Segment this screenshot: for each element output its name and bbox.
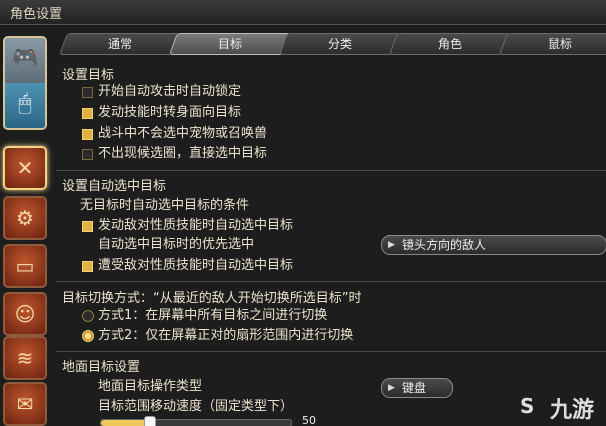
card-icon[interactable]: ▭ <box>3 244 47 288</box>
gamepad-icon: 🎮 <box>11 46 39 71</box>
checkbox[interactable] <box>82 261 93 272</box>
section-title-switch: 目标切换方式：“从最近的敌人开始切换所选目标”时 <box>62 291 362 306</box>
tab-general[interactable]: 通常 <box>58 33 182 55</box>
slider-value: 50 <box>302 414 316 426</box>
option-label: 战斗中不会选中宠物或召唤兽 <box>98 126 268 141</box>
section-title-ground: 地面目标设置 <box>62 360 141 375</box>
option-label: 不出现候选圈，直接选中目标 <box>98 146 268 161</box>
map-icon[interactable]: ≋ <box>3 336 47 380</box>
ground-speed-label: 目标范围移动速度（固定类型下） <box>98 399 294 414</box>
watermark: S 九游 <box>520 390 606 424</box>
divider <box>56 281 606 282</box>
settings-content: 设置目标 开始自动攻击时自动锁定 发动技能时转身面向目标 战斗中不会选中宠物或召… <box>56 58 606 426</box>
slider-fill <box>101 420 149 426</box>
section-title-auto-select: 设置自动选中目标 <box>62 179 167 194</box>
title-bar[interactable]: 角色设置 <box>0 0 606 25</box>
input-device-toggle[interactable]: 🎮 🖱 <box>3 36 47 130</box>
option-label: 方式2：仅在屏幕正对的扇形范围内进行切换 <box>98 328 354 343</box>
category-rail: 🎮 🖱 ✕ ⚙ ▭ ☺ ≋ ✉ <box>0 28 50 426</box>
checkbox[interactable] <box>82 149 93 160</box>
tab-character[interactable]: 角色 <box>388 33 512 55</box>
checkbox[interactable] <box>82 221 93 232</box>
option-label: 方式1：在屏幕中所有目标之间进行切换 <box>98 308 328 323</box>
checkbox[interactable] <box>82 87 93 98</box>
character-settings-window: 角色设置 🎮 🖱 ✕ ⚙ ▭ ☺ ≋ ✉ 通常 目标 分类 角色 鼠标 设置目标… <box>0 0 606 426</box>
radio-button[interactable] <box>82 330 94 342</box>
tab-label: 鼠标 <box>547 37 572 51</box>
watermark-text: 九游 <box>550 398 595 423</box>
chat-icon[interactable]: ✉ <box>3 382 47 426</box>
tab-label: 分类 <box>327 37 352 51</box>
crossed-swords-icon[interactable]: ✕ <box>3 146 47 190</box>
window-title: 角色设置 <box>10 7 63 22</box>
option-label: 遭受敌对性质技能时自动选中目标 <box>98 258 294 273</box>
ground-speed-slider[interactable] <box>100 416 292 426</box>
priority-label: 自动选中目标时的优先选中 <box>98 237 255 252</box>
divider <box>56 170 606 171</box>
tab-label: 目标 <box>217 37 242 51</box>
logo-icon: S <box>520 394 535 418</box>
priority-dropdown[interactable]: ▶ 镜头方向的敌人 <box>381 235 606 255</box>
divider <box>56 351 606 352</box>
checkbox[interactable] <box>82 129 93 140</box>
mouse-mode-button[interactable]: 🖱 <box>5 83 45 128</box>
chevron-right-icon: ▶ <box>388 240 395 250</box>
section-title-set-target: 设置目标 <box>62 68 115 83</box>
checkbox[interactable] <box>82 108 93 119</box>
character-icon[interactable]: ☺ <box>3 292 47 336</box>
crafting-icon[interactable]: ⚙ <box>3 196 47 240</box>
chevron-right-icon: ▶ <box>388 383 395 393</box>
radio-button[interactable] <box>82 310 94 322</box>
option-label: 开始自动攻击时自动锁定 <box>98 84 242 99</box>
option-label: 发动敌对性质技能时自动选中目标 <box>98 218 294 233</box>
slider-handle[interactable] <box>143 416 156 426</box>
tab-target[interactable]: 目标 <box>168 33 292 55</box>
tab-label: 通常 <box>107 37 132 51</box>
mouse-icon: 🖱 <box>18 91 32 116</box>
auto-select-subtitle: 无目标时自动选中目标的条件 <box>80 198 250 213</box>
ground-op-type-dropdown[interactable]: ▶ 键盘 <box>381 378 453 398</box>
ground-op-type-label: 地面目标操作类型 <box>98 379 203 394</box>
tab-label: 角色 <box>437 37 462 51</box>
gamepad-mode-button[interactable]: 🎮 <box>5 38 45 83</box>
settings-tabs: 通常 目标 分类 角色 鼠标 <box>55 33 606 55</box>
tab-mouse[interactable]: 鼠标 <box>498 33 606 55</box>
tab-category[interactable]: 分类 <box>278 33 402 55</box>
option-label: 发动技能时转身面向目标 <box>98 105 242 120</box>
dropdown-value: 镜头方向的敌人 <box>402 238 487 252</box>
dropdown-value: 键盘 <box>402 381 427 395</box>
